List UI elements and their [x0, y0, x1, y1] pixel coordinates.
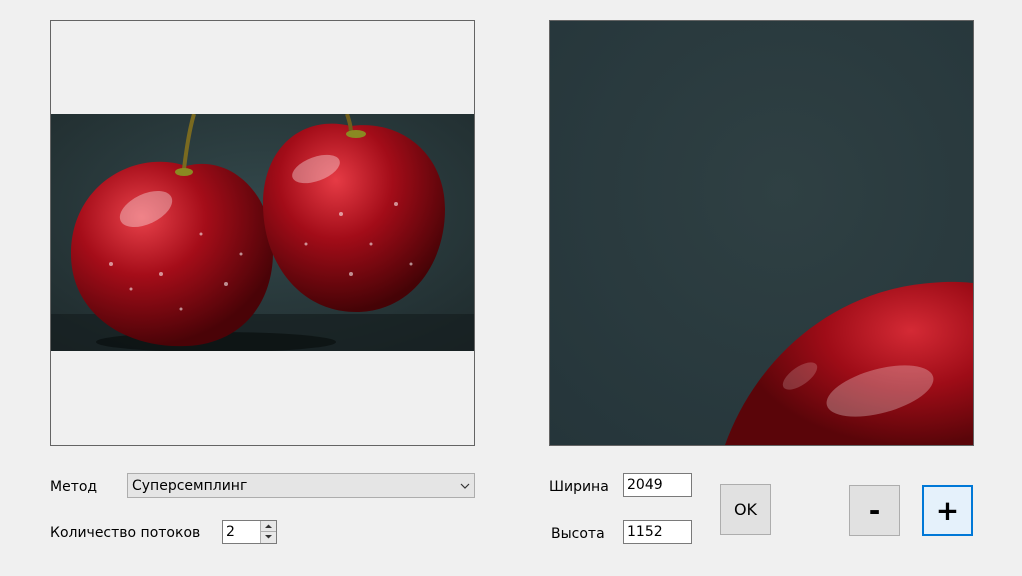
width-input[interactable]: 2049	[623, 473, 692, 497]
method-select[interactable]: Суперсемплинг	[127, 473, 475, 498]
ok-button[interactable]: OK	[720, 484, 771, 535]
width-label: Ширина	[549, 479, 609, 495]
zoom-in-button[interactable]: +	[922, 485, 973, 536]
stepper-down-button[interactable]	[260, 532, 276, 543]
result-image	[550, 21, 973, 445]
method-selected-value: Суперсемплинг	[132, 478, 248, 494]
chevron-down-icon[interactable]	[456, 474, 474, 497]
threads-stepper[interactable]: 2	[222, 520, 277, 544]
height-label: Высота	[551, 526, 605, 542]
stepper-up-button[interactable]	[260, 521, 276, 532]
source-image-box	[50, 20, 475, 446]
chevron-down-small-icon	[265, 535, 272, 539]
main-window: Метод Суперсемплинг Количество потоков 2…	[0, 0, 1022, 576]
height-input[interactable]: 1152	[623, 520, 692, 544]
zoom-out-button[interactable]: -	[849, 485, 900, 536]
result-image-box	[549, 20, 974, 446]
threads-value[interactable]: 2	[226, 523, 235, 541]
method-label: Метод	[50, 479, 98, 495]
source-image	[51, 114, 474, 351]
height-value: 1152	[627, 524, 663, 540]
chevron-up-icon	[265, 524, 272, 528]
width-value: 2049	[627, 477, 663, 493]
threads-label: Количество потоков	[50, 525, 201, 541]
